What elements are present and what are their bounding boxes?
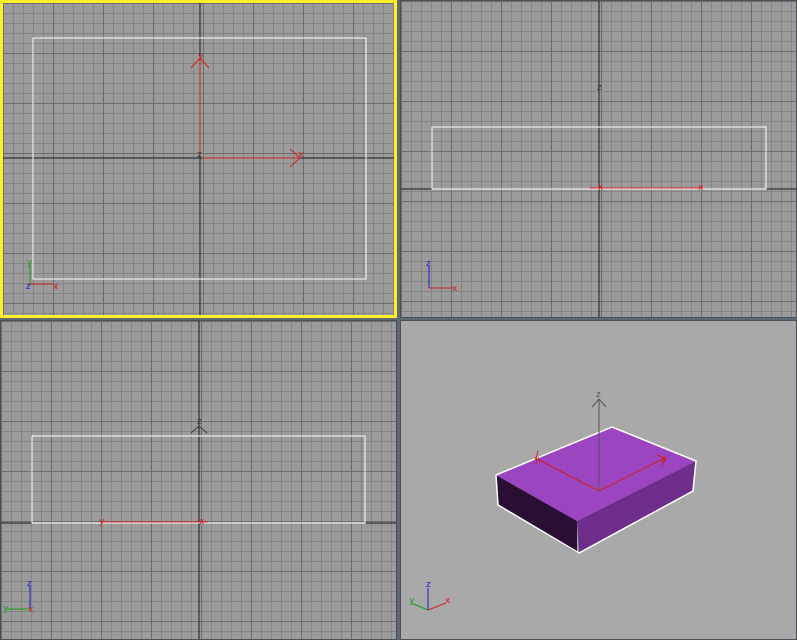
gizmo-z-label: z <box>197 150 202 160</box>
top-viewport-canvas[interactable]: y x z y z x <box>3 3 394 315</box>
gizmo-x-label: x <box>199 517 205 527</box>
transform-gizmo[interactable]: x x z <box>589 83 704 193</box>
top-viewport[interactable]: y x z y z x <box>0 0 397 318</box>
front-viewport-canvas[interactable]: x x z z x <box>401 1 796 317</box>
gizmo-x-label: x <box>661 455 667 465</box>
transform-gizmo[interactable]: y x z <box>190 52 304 168</box>
tripod-x-label: x <box>53 282 59 292</box>
tripod-y-label: y <box>409 596 415 606</box>
view-axis-tripod: z y x <box>3 579 34 615</box>
gizmo-x-label: x <box>298 150 304 160</box>
gizmo-y-label: y <box>198 52 204 62</box>
view-axis-tripod: z x <box>426 259 458 294</box>
front-viewport[interactable]: x x z z x <box>400 0 797 318</box>
view-axis-tripod: z y x <box>409 580 451 611</box>
tripod-x-label: x <box>452 284 458 294</box>
perspective-viewport-canvas[interactable]: z y x z y x <box>401 321 796 639</box>
gizmo-origin-label: x <box>598 183 604 193</box>
gizmo-x-label: x <box>698 183 704 193</box>
left-viewport-canvas[interactable]: y x z z y x <box>1 321 396 639</box>
gizmo-z-label: z <box>596 390 601 400</box>
tripod-z-label: z <box>26 282 31 292</box>
transform-gizmo[interactable]: y x z <box>99 417 208 527</box>
gizmo-y-label: y <box>99 517 105 527</box>
perspective-viewport[interactable]: z y x z y x <box>400 320 797 640</box>
tripod-z-label: z <box>426 259 431 269</box>
left-viewport[interactable]: y x z z y x <box>0 320 397 640</box>
gizmo-z-label: z <box>597 83 602 93</box>
tripod-y-label: y <box>3 604 9 614</box>
tripod-x-label: x <box>28 605 34 615</box>
gizmo-z-label: z <box>197 417 202 427</box>
gizmo-y-label: y <box>534 455 540 465</box>
tripod-z-label: z <box>426 580 431 590</box>
view-axis-tripod: y z x <box>26 258 59 292</box>
tripod-x-label: x <box>445 596 451 606</box>
tripod-y-label: y <box>27 258 33 268</box>
tripod-z-label: z <box>27 579 32 589</box>
